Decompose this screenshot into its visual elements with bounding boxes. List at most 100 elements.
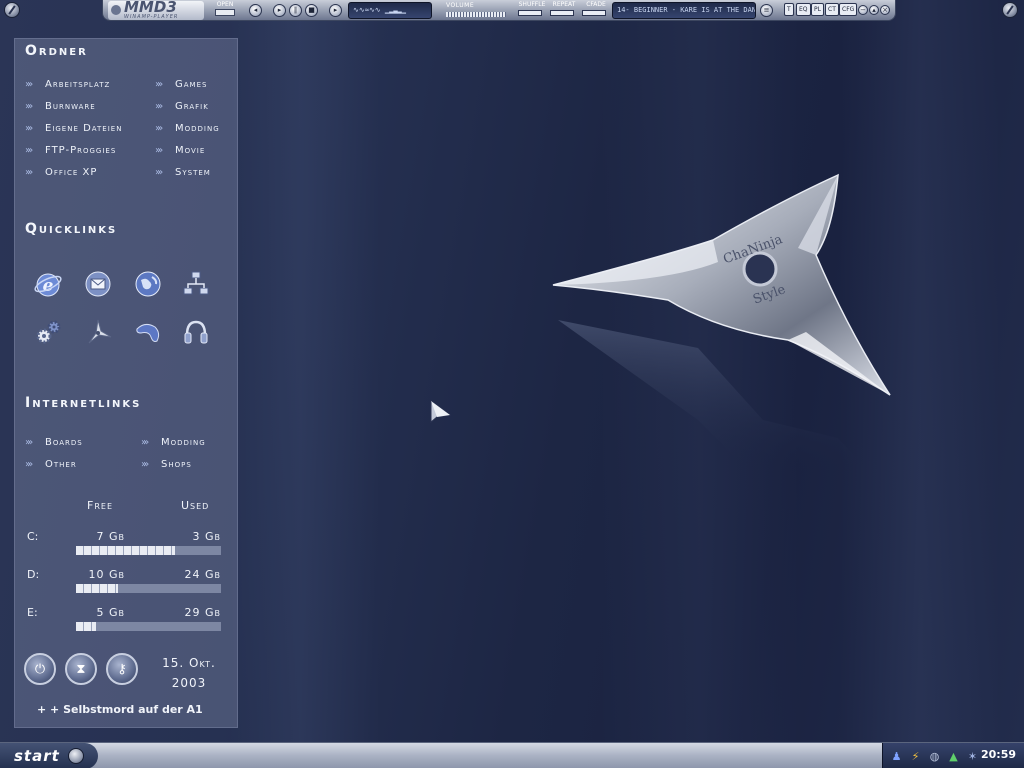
shuffle-label: SHUFFLE xyxy=(518,1,546,8)
volume-label: VOLUME xyxy=(446,2,475,9)
next-track-button[interactable]: ▸ xyxy=(329,4,342,17)
chevron-right-icon: »» xyxy=(25,145,33,156)
play-button[interactable]: ▸ xyxy=(273,4,286,17)
player-menu-knob-right-icon[interactable] xyxy=(1002,2,1018,18)
internet-explorer-icon[interactable]: e xyxy=(31,267,65,301)
drive-c-usage-fill xyxy=(76,546,175,555)
power-icon: ⏻ xyxy=(34,661,46,677)
visualizer-display: ∿∿≈∿∿ ▁▂▃▂▁ xyxy=(348,2,432,19)
drive-c-usage-bar xyxy=(76,546,221,555)
menu-button-t[interactable]: T xyxy=(784,3,794,16)
internet-link-shops[interactable]: »» Shops xyxy=(141,459,192,470)
internet-link-label: Boards xyxy=(45,437,83,448)
chevron-right-icon: »» xyxy=(25,459,33,470)
power-tray-icon[interactable]: ⚡ xyxy=(908,749,923,764)
chevron-right-icon: »» xyxy=(141,459,149,470)
shuffle-box[interactable] xyxy=(518,10,542,16)
folder-link-arbeitsplatz[interactable]: »» Arbeitsplatz xyxy=(25,79,110,90)
track-title: 14- BEGINNER - KARE IS AT THE DAN xyxy=(617,6,756,14)
crossfade-toggle[interactable]: CFADE xyxy=(582,1,610,16)
chevron-right-icon: »» xyxy=(155,123,163,134)
menu-button-ct[interactable]: CT xyxy=(825,3,839,16)
menu-button-pl[interactable]: PL xyxy=(811,3,824,16)
shutdown-button[interactable]: ⏻ xyxy=(24,653,56,685)
key-icon: ⚷ xyxy=(117,661,127,677)
folder-link-movie[interactable]: »» Movie xyxy=(155,145,205,156)
open-button[interactable] xyxy=(215,9,235,16)
start-button[interactable]: start xyxy=(0,743,98,768)
headphones-icon[interactable] xyxy=(179,315,213,349)
playlist-menu-icon[interactable]: ≡ xyxy=(760,4,773,17)
shuffle-toggle[interactable]: SHUFFLE xyxy=(518,1,546,16)
pause-button[interactable]: ∥ xyxy=(289,4,302,17)
network-icon[interactable] xyxy=(179,267,213,301)
folder-link-system[interactable]: »» System xyxy=(155,167,211,178)
display-tray-icon[interactable]: ✶ xyxy=(965,749,980,764)
drive-e-free: 5 Gb xyxy=(96,606,125,619)
internet-link-modding[interactable]: »» Modding xyxy=(141,437,206,448)
standby-button[interactable]: ⧗ xyxy=(65,653,97,685)
chevron-right-icon: »» xyxy=(25,437,33,448)
stop-button[interactable]: ■ xyxy=(305,4,318,17)
volume-slider[interactable] xyxy=(446,12,506,17)
track-title-display[interactable]: 14- BEGINNER - KARE IS AT THE DAN xyxy=(612,2,756,19)
folder-link-ftp-proggies[interactable]: »» FTP-Proggies xyxy=(25,145,116,156)
desktop-sidebar-panel: Ordner »» Arbeitsplatz »» Burnware »» Eigen… xyxy=(14,38,238,728)
player-logo-subtitle: WINAMP-PLAYER xyxy=(124,14,179,20)
minimize-icon[interactable]: − xyxy=(858,5,868,15)
folder-label: FTP-Proggies xyxy=(45,145,117,156)
folder-link-burnware[interactable]: »» Burnware xyxy=(25,101,96,112)
close-icon[interactable]: × xyxy=(880,5,890,15)
globe-icon[interactable] xyxy=(131,267,165,301)
internet-link-label: Other xyxy=(45,459,77,470)
outlook-icon[interactable] xyxy=(81,267,115,301)
chevron-right-icon: »» xyxy=(155,145,163,156)
shuriken-wallpaper-graphic: ChaNinja Style xyxy=(552,173,891,470)
repeat-box[interactable] xyxy=(550,10,574,16)
drive-d-label: D: xyxy=(27,568,40,581)
crossfade-box[interactable] xyxy=(582,10,606,16)
drive-e-usage-fill xyxy=(76,622,97,631)
player-logo-knob-icon[interactable] xyxy=(111,5,121,15)
drive-d-used: 24 Gb xyxy=(184,568,221,581)
mouse-cursor-icon xyxy=(430,400,452,424)
shade-icon[interactable]: ▴ xyxy=(869,5,879,15)
folder-link-grafik[interactable]: »» Grafik xyxy=(155,101,209,112)
folder-link-modding[interactable]: »» Modding xyxy=(155,123,220,134)
volume-control: VOLUME xyxy=(446,2,506,17)
network-tray-icon[interactable]: ▲ xyxy=(946,749,961,764)
volume-tray-icon[interactable]: ♟ xyxy=(889,749,904,764)
folder-link-eigene-dateien[interactable]: »» Eigene Dateien xyxy=(25,123,122,134)
internet-link-boards[interactable]: »» Boards xyxy=(25,437,83,448)
chevron-right-icon: »» xyxy=(155,167,163,178)
drive-d-usage-bar xyxy=(76,584,221,593)
logoff-button[interactable]: ⚷ xyxy=(106,653,138,685)
visualizer-wave-icon: ∿∿≈∿∿ ▁▂▃▂▁ xyxy=(353,6,406,14)
playback-toggles: SHUFFLE REPEAT CFADE xyxy=(518,1,610,16)
internet-link-other[interactable]: »» Other xyxy=(25,459,77,470)
drive-c-label: C: xyxy=(27,530,39,543)
chevron-right-icon: »» xyxy=(155,79,163,90)
chevron-right-icon: »» xyxy=(155,101,163,112)
menu-button-cfg[interactable]: CFG xyxy=(839,3,858,16)
now-playing-footer: + + Selbstmord auf der A1 xyxy=(37,703,203,716)
player-menu-knob-left-icon[interactable] xyxy=(4,2,20,18)
chevron-right-icon: »» xyxy=(25,167,33,178)
menu-button-eq[interactable]: EQ xyxy=(796,3,811,16)
folder-link-games[interactable]: »» Games xyxy=(155,79,207,90)
folder-link-office-xp[interactable]: »» Office XP xyxy=(25,167,97,178)
folder-label: Arbeitsplatz xyxy=(45,79,111,90)
previous-track-button[interactable]: ◂ xyxy=(249,4,262,17)
shuriken-icon[interactable] xyxy=(81,315,115,349)
boomerang-icon[interactable] xyxy=(131,315,165,349)
quicklinks-title: Quicklinks xyxy=(25,221,118,237)
disk-used-header: Used xyxy=(181,499,210,512)
date-display: 15. Okt. 2003 xyxy=(149,653,229,693)
disk-free-header: Free xyxy=(87,499,113,512)
folder-label: Office XP xyxy=(45,167,98,178)
globe-tray-icon[interactable]: ◍ xyxy=(927,749,942,764)
folder-label: Burnware xyxy=(45,101,96,112)
repeat-toggle[interactable]: REPEAT xyxy=(550,1,578,16)
gears-icon[interactable] xyxy=(31,315,65,349)
start-knob-icon xyxy=(67,748,84,764)
